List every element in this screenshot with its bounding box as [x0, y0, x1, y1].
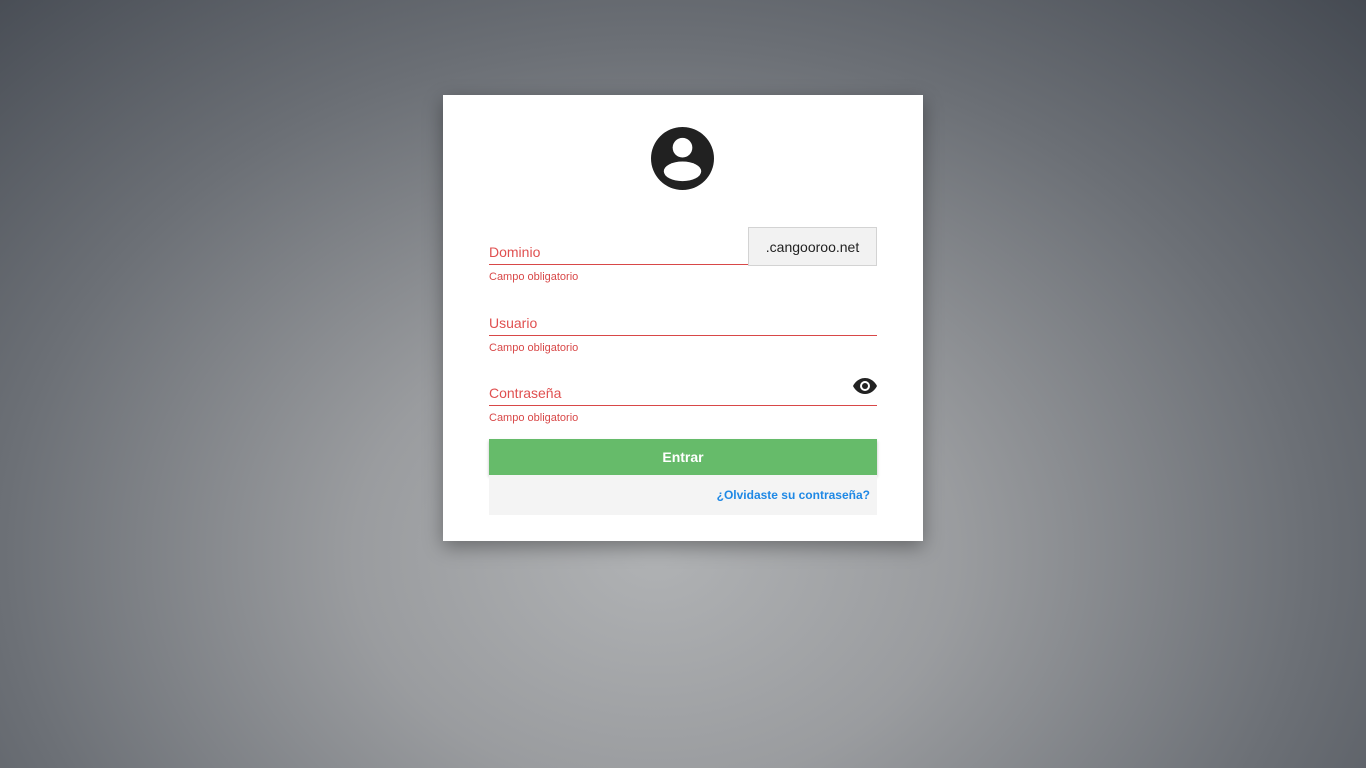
eye-icon[interactable] — [853, 377, 877, 395]
username-error: Campo obligatorio — [489, 342, 579, 354]
domain-underline — [489, 264, 749, 265]
domain-error: Campo obligatorio — [489, 271, 579, 283]
login-button[interactable]: Entrar — [489, 439, 877, 475]
username-label: Usuario — [489, 315, 538, 331]
username-underline — [489, 335, 877, 336]
domain-suffix: .cangooroo.net — [748, 227, 877, 266]
account-circle-icon — [651, 127, 714, 190]
forgot-password-link[interactable]: ¿Olvidaste su contraseña? — [717, 488, 870, 502]
password-error: Campo obligatorio — [489, 412, 579, 424]
login-card: Dominio Campo obligatorio .cangooroo.net… — [443, 95, 923, 541]
domain-label: Dominio — [489, 244, 541, 260]
password-underline — [489, 405, 877, 406]
form-footer: ¿Olvidaste su contraseña? — [489, 475, 877, 515]
password-label: Contraseña — [489, 385, 562, 401]
username-field[interactable]: Usuario Campo obligatorio — [489, 298, 877, 356]
password-field[interactable]: Contraseña Campo obligatorio — [489, 368, 877, 426]
domain-field[interactable]: Dominio Campo obligatorio — [489, 227, 749, 285]
